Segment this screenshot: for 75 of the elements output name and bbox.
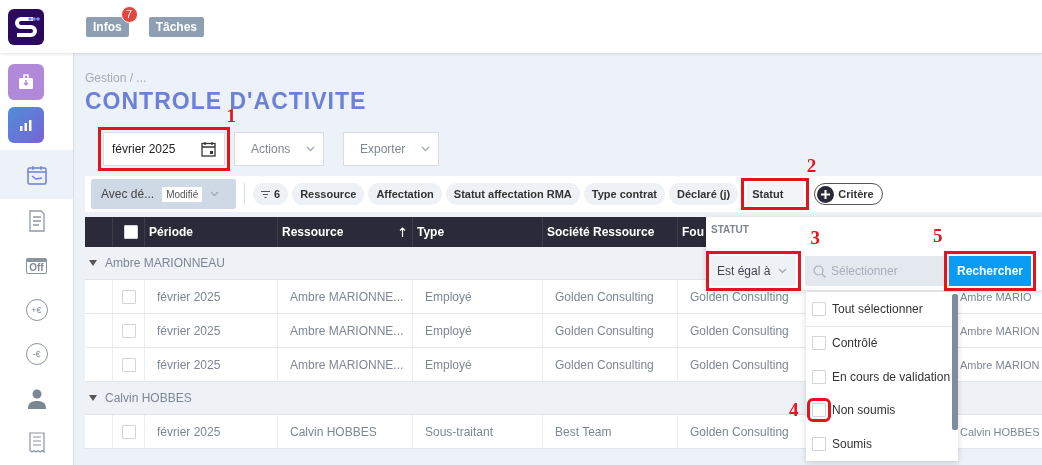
option-checkbox[interactable] (812, 301, 826, 316)
table-cell: février 2025 (145, 314, 278, 347)
popup-title: STATUT (711, 224, 750, 235)
table-cell: Ambre MARIONNE... (278, 314, 413, 347)
add-criterion-button[interactable]: Critère (814, 183, 883, 205)
receipt-icon[interactable] (28, 431, 45, 454)
table-cell: février 2025 (145, 415, 278, 448)
calendar-icon[interactable] (25, 163, 48, 186)
option-label: Soumis (832, 436, 872, 451)
search-icon (813, 265, 826, 278)
sidebar-item-selected[interactable] (0, 150, 73, 200)
chevron-down-icon (778, 268, 788, 274)
sidebar-item[interactable]: Off (0, 243, 73, 288)
table-cell: Golden Consulting (543, 314, 678, 347)
option-item[interactable]: Tout sélectionner (806, 292, 952, 327)
off-calendar-icon[interactable]: Off (26, 257, 47, 274)
filter-chip[interactable]: Ressource (292, 183, 365, 205)
option-label: Non soumis (832, 403, 896, 418)
filter-chip[interactable]: Statut affectation RMA (445, 183, 580, 205)
chevron-down-icon (421, 146, 431, 152)
table-cell: Employé (413, 280, 543, 313)
modified-tag: Modifié (162, 186, 203, 202)
group-label: Ambre MARIONNEAU (105, 256, 226, 270)
toolbar-dropdown-button[interactable]: Exporter (343, 132, 439, 166)
expand-caret-icon[interactable] (89, 394, 97, 402)
filter-chip[interactable]: Affectation (368, 183, 442, 205)
table-cell: février 2025 (145, 348, 278, 381)
table-cell-text: Ambre MARIO (959, 289, 1033, 305)
annotation-number: 2 (806, 156, 817, 176)
filter-chip[interactable]: Type contrat (583, 183, 665, 205)
plus-circle-icon (817, 185, 835, 203)
row-checkbox[interactable] (121, 357, 136, 372)
chevron-down-icon (306, 146, 316, 152)
option-checkbox[interactable] (812, 436, 826, 451)
annotation-number: 3 (810, 228, 820, 248)
expand-caret-icon[interactable] (89, 259, 97, 267)
select-all-checkbox[interactable] (123, 225, 138, 239)
toolbar-dropdown-button[interactable]: Actions (234, 132, 324, 166)
sort-ascending-icon (399, 227, 406, 237)
export-tile-icon[interactable] (8, 64, 44, 100)
filter-count-chip[interactable]: 6 (253, 183, 289, 205)
calendar-icon (201, 141, 216, 157)
option-label: Tout sélectionner (832, 301, 923, 316)
chart-tile-icon[interactable] (8, 107, 44, 143)
document-icon[interactable] (27, 210, 46, 233)
table-cell: Sous-traitant (413, 415, 543, 448)
row-checkbox[interactable] (121, 289, 136, 304)
table-cell: Ambre MARIONNE... (278, 280, 413, 313)
table-cell: Golden Consulting (543, 280, 678, 313)
table-cell: Best Team (543, 415, 678, 448)
annotation-number: 5 (933, 226, 943, 246)
table-cell: Calvin HOBBES (278, 415, 413, 448)
sidebar-item[interactable]: +€ (0, 287, 73, 333)
option-checkbox[interactable] (812, 369, 826, 384)
view-select[interactable]: Avec dé... Modifié (91, 179, 236, 209)
filter-icon (261, 190, 270, 198)
breadcrumb: Gestion / ... (85, 71, 148, 85)
row-checkbox[interactable] (121, 323, 136, 338)
group-label: Calvin HOBBES (105, 391, 192, 405)
notification-badge: 7 (120, 5, 138, 23)
table-cell: Employé (413, 348, 543, 381)
table-cell: Employé (413, 314, 543, 347)
option-checkbox[interactable] (812, 336, 826, 351)
table-cell: février 2025 (145, 280, 278, 313)
sidebar-item[interactable]: -€ (0, 332, 73, 377)
table-cell-text: Calvin HOBBES (959, 424, 1041, 440)
filter-chip[interactable]: Déclaré (j) (669, 183, 739, 205)
table-cell-text: Ambre MARION (959, 323, 1041, 339)
app-logo[interactable] (8, 8, 44, 45)
search-field[interactable]: Sélectionner (805, 256, 949, 286)
table-cell: Ambre MARIONNE... (278, 348, 413, 381)
table-cell: Golden Consulting (543, 348, 678, 381)
row-checkbox[interactable] (121, 424, 136, 439)
chevron-down-icon (210, 191, 220, 197)
person-icon[interactable] (27, 388, 46, 409)
